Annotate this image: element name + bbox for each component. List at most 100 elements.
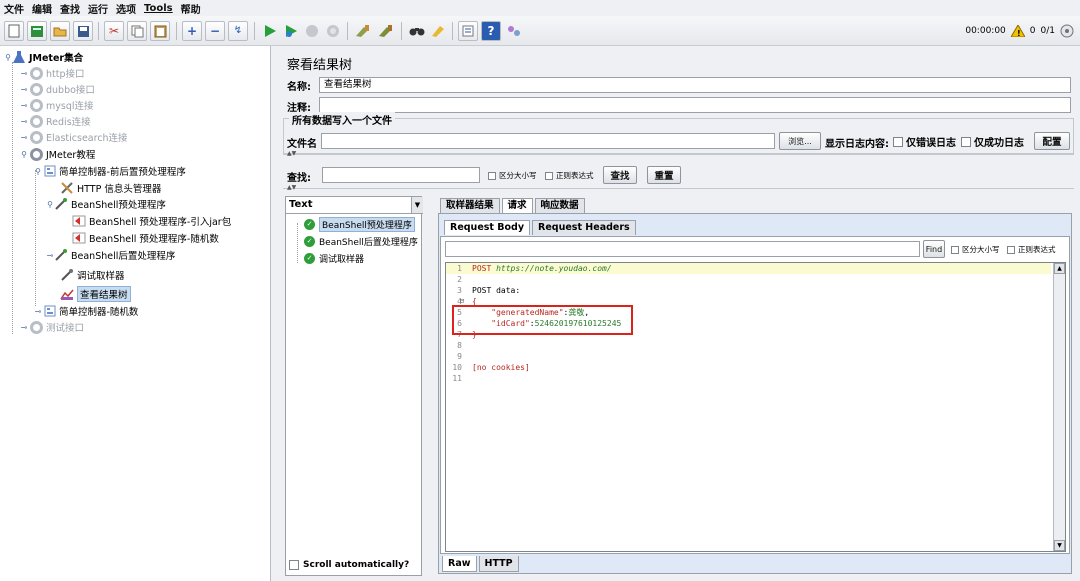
expand-icon[interactable]: ⊸ [20,323,28,332]
menu-edit[interactable]: 编辑 [32,1,52,16]
expand-icon[interactable]: ⊸ [20,69,28,78]
help-icon[interactable]: ? [481,21,501,41]
tab-request[interactable]: 请求 [501,198,533,213]
regex-checkbox[interactable]: 正则表达式 [545,170,594,181]
clear-all-icon[interactable] [376,21,396,41]
sample-item[interactable]: ✓ BeanShell预处理程序 [304,216,415,232]
tab-request-body[interactable]: Request Body [444,220,531,235]
start-no-pause-icon[interactable] [281,21,301,41]
search-button[interactable]: 查找 [603,166,637,184]
find-regex-checkbox[interactable]: 正则表达式 [1007,244,1056,255]
splitter-arrows-icon[interactable]: ▲▼ [287,184,296,191]
open-folder-icon[interactable] [50,21,70,41]
tree-node-beanshell-random[interactable]: BeanShell 预处理程序-随机数 [72,230,219,246]
case-sensitive-checkbox[interactable]: 区分大小写 [488,170,537,181]
sample-item[interactable]: ✓ BeanShell后置处理程序 [304,234,418,248]
find-case-sensitive-checkbox[interactable]: 区分大小写 [951,244,1000,255]
tree-node-simple-controller-random[interactable]: ⊸ 简单控制器-随机数 [34,303,138,319]
name-input[interactable]: 查看结果树 [319,77,1071,93]
expand-icon[interactable]: ⊸ [20,85,28,94]
configure-button[interactable]: 配置 [1034,132,1070,150]
collapse-all-icon[interactable]: − [205,21,225,41]
expand-icon[interactable]: ⊸ [34,307,42,316]
reset-button[interactable]: 重置 [647,166,681,184]
cut-icon[interactable]: ✂ [104,21,124,41]
new-file-icon[interactable] [4,21,24,41]
sample-item[interactable]: ✓ 调试取样器 [304,251,364,265]
scroll-down-icon[interactable]: ▼ [1054,540,1065,551]
expand-icon[interactable]: ⊸ [46,251,54,260]
elapsed-time: 00:00:00 [965,26,1006,36]
tree-node-redis[interactable]: ⊸ Redis连接 [20,113,91,129]
tree-node-mysql[interactable]: ⊸ mysql连接 [20,97,94,113]
tree-node-beanshell-postprocessor[interactable]: ⊸ BeanShell后置处理程序 [46,247,175,263]
function-helper-icon[interactable] [458,21,478,41]
expand-icon[interactable]: ⊸ [20,101,28,110]
gear-icon [30,320,43,334]
find-input[interactable] [445,241,920,257]
tab-request-headers[interactable]: Request Headers [532,220,636,235]
collapse-icon[interactable]: ⚲ [20,150,28,159]
copy-icon[interactable] [127,21,147,41]
scroll-automatically-checkbox[interactable]: Scroll automatically? [289,560,409,570]
menu-tools[interactable]: Tools [144,3,173,14]
tree-node-debug-sampler[interactable]: 调试取样器 [60,267,125,283]
shutdown-icon[interactable] [323,21,343,41]
chevron-down-icon[interactable]: ▼ [411,197,423,213]
tree-node-view-results-tree[interactable]: 查看结果树 [60,286,131,302]
tree-node-beanshell-import-jar[interactable]: BeanShell 预处理程序-引入jar包 [72,213,231,229]
collapse-icon[interactable]: ⚲ [34,167,42,176]
paste-icon[interactable] [150,21,170,41]
clear-icon[interactable] [353,21,373,41]
comment-input[interactable] [319,97,1071,113]
menu-run[interactable]: 运行 [88,1,108,16]
tree-node-elasticsearch[interactable]: ⊸ Elasticsearch连接 [20,129,128,145]
menu-options[interactable]: 选项 [116,1,136,16]
start-icon[interactable] [260,21,280,41]
filename-input[interactable] [321,133,775,149]
tree-node-http[interactable]: ⊸ http接口 [20,65,85,81]
search-input[interactable] [322,167,480,183]
editor-scrollbar[interactable]: ▲ ▼ [1053,263,1065,551]
collapse-icon[interactable]: ⚲ [4,53,12,62]
tab-http[interactable]: HTTP [478,556,519,572]
collapse-icon[interactable]: ⚲ [46,200,54,209]
warning-icon[interactable]: ! [1010,25,1025,37]
splitter-arrows-icon[interactable]: ▲▼ [287,150,296,157]
tree-node-test-plan[interactable]: ⚲ JMeter集合 [4,49,83,65]
expand-icon[interactable]: ⊸ [20,117,28,126]
tree-node-jmeter-tutorial[interactable]: ⚲ JMeter教程 [20,146,95,162]
save-icon[interactable] [73,21,93,41]
menu-file[interactable]: 文件 [4,1,24,16]
expand-all-icon[interactable]: + [182,21,202,41]
search-binoculars-icon[interactable] [407,21,427,41]
tree-node-label: dubbo接口 [46,85,95,96]
success-shield-icon: ✓ [304,235,315,247]
errors-only-checkbox[interactable]: 仅错误日志 [893,134,956,149]
expand-icon[interactable]: ⊸ [20,133,28,142]
tab-raw[interactable]: Raw [442,556,477,572]
stop-icon[interactable] [302,21,322,41]
tab-response-data[interactable]: 响应数据 [534,198,585,213]
tree-node-simple-controller-pre-post[interactable]: ⚲ 简单控制器-前后置预处理程序 [34,163,186,179]
menu-search[interactable]: 查找 [60,1,80,16]
find-button[interactable]: Find [923,240,945,258]
templates-icon[interactable] [27,21,47,41]
test-plan-tree: ⚲ JMeter集合 ⊸ http接口 ⊸ dubbo接口 ⊸ mysql连接 … [0,46,271,581]
tree-node-beanshell-preprocessor[interactable]: ⚲ BeanShell预处理程序 [46,196,166,212]
success-only-checkbox[interactable]: 仅成功日志 [961,134,1024,149]
renderer-select[interactable]: Text ▼ [286,197,423,214]
toggle-icon[interactable]: ↯ [228,21,248,41]
reset-search-icon[interactable] [428,21,448,41]
tree-node-test-api[interactable]: ⊸ 测试接口 [20,319,84,335]
scroll-up-icon[interactable]: ▲ [1054,263,1065,274]
splitter[interactable] [283,154,1074,160]
tab-sampler-result[interactable]: 取样器结果 [440,198,500,213]
splitter[interactable] [283,188,1074,194]
tree-node-dubbo[interactable]: ⊸ dubbo接口 [20,81,95,97]
tree-node-label: JMeter集合 [29,53,84,64]
menu-help[interactable]: 帮助 [181,1,201,16]
browse-button[interactable]: 浏览... [779,132,821,150]
tree-node-http-header-manager[interactable]: HTTP 信息头管理器 [60,180,161,196]
remote-icon[interactable] [504,21,524,41]
